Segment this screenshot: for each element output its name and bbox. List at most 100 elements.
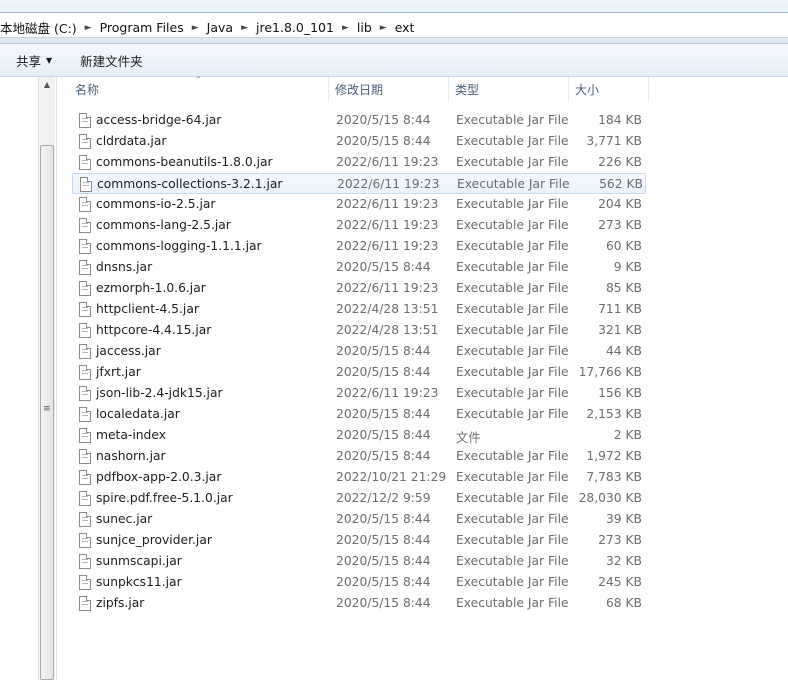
file-row[interactable]: commons-io-2.5.jar 2022/6/11 19:23 Executa… [72,194,646,215]
file-type: Executable Jar File [456,575,569,589]
file-icon [79,386,91,401]
file-modified-date: 2020/5/15 8:44 [336,533,431,547]
file-modified-date: 2020/5/15 8:44 [336,407,431,421]
chevron-right-icon[interactable]: ► [188,23,203,33]
file-row[interactable]: commons-logging-1.1.1.jar 2022/6/11 19:23… [72,236,646,257]
file-modified-date: 2022/6/11 19:23 [336,281,439,295]
file-icon [79,365,91,380]
breadcrumb-item-program-files[interactable]: Program Files [96,20,188,35]
chevron-right-icon[interactable]: ► [237,23,252,33]
file-row[interactable]: ezmorph-1.0.6.jar 2022/6/11 19:23 Executab… [72,278,646,299]
file-modified-date: 2022/6/11 19:23 [337,177,440,191]
file-name: commons-lang-2.5.jar [96,218,231,232]
file-name: jaccess.jar [96,344,161,358]
file-size: 1,972 KB [586,449,642,463]
file-name: sunec.jar [96,512,153,526]
file-row[interactable]: commons-collections-3.2.1.jar 2022/6/11 1… [72,173,646,194]
file-icon [80,177,92,192]
breadcrumb: 本地磁盘 (C:) ► Program Files ► Java ► jre1.… [0,18,418,37]
breadcrumb-item-drive[interactable]: 本地磁盘 (C:) [0,18,81,37]
chevron-right-icon[interactable]: ► [338,23,353,33]
file-row[interactable]: meta-index 2020/5/15 8:44 文件 2 KB [72,425,646,446]
file-size: 562 KB [599,177,643,191]
file-row[interactable]: pdfbox-app-2.0.3.jar 2022/10/21 21:29 Exec… [72,467,646,488]
file-row[interactable]: sunec.jar 2020/5/15 8:44 Executable Jar Fi… [72,509,646,530]
breadcrumb-item-jre[interactable]: jre1.8.0_101 [252,20,338,35]
file-icon [79,575,91,590]
file-row[interactable]: sunpkcs11.jar 2020/5/15 8:44 Executable Ja… [72,572,646,593]
file-icon [79,533,91,548]
file-type: Executable Jar File [456,113,569,127]
file-name: json-lib-2.4-jdk15.jar [96,386,223,400]
file-row[interactable]: json-lib-2.4-jdk15.jar 2022/6/11 19:23 Exe… [72,383,646,404]
share-button[interactable]: 共享 ▼ [8,48,60,72]
file-row[interactable]: spire.pdf.free-5.1.0.jar 2022/12/2 9:59 Ex… [72,488,646,509]
file-name: sunmscapi.jar [96,554,182,568]
address-bar[interactable]: 本地磁盘 (C:) ► Program Files ► Java ► jre1.… [0,12,788,38]
file-type: Executable Jar File [456,344,569,358]
file-icon [79,218,91,233]
file-row[interactable]: dnsns.jar 2020/5/15 8:44 Executable Jar Fi… [72,257,646,278]
file-name: nashorn.jar [96,449,166,463]
file-icon [79,554,91,569]
file-size: 32 KB [605,554,642,568]
breadcrumb-item-lib[interactable]: lib [353,20,376,35]
file-name: commons-io-2.5.jar [96,197,216,211]
breadcrumb-item-ext[interactable]: ext [391,20,419,35]
file-row[interactable]: httpcore-4.4.15.jar 2022/4/28 13:51 Execut… [72,320,646,341]
file-modified-date: 2020/5/15 8:44 [336,134,431,148]
chevron-right-icon[interactable]: ► [376,23,391,33]
column-header-date[interactable]: 修改日期 [329,77,449,102]
column-header-name[interactable]: 名称 [69,77,329,102]
file-type: Executable Jar File [456,239,569,253]
file-row[interactable]: commons-lang-2.5.jar 2022/6/11 19:23 Execu… [72,215,646,236]
file-modified-date: 2020/5/15 8:44 [336,554,431,568]
file-modified-date: 2020/5/15 8:44 [336,365,431,379]
file-type: 文件 [456,431,481,445]
breadcrumb-item-java[interactable]: Java [203,20,237,35]
file-row[interactable]: sunjce_provider.jar 2020/5/15 8:44 Executa… [72,530,646,551]
file-row[interactable]: access-bridge-64.jar 2020/5/15 8:44 Execut… [72,110,646,131]
file-name: cldrdata.jar [96,134,167,148]
file-icon [79,407,91,422]
file-name: commons-beanutils-1.8.0.jar [96,155,273,169]
scrollbar-thumb[interactable]: ≡ [40,145,54,680]
file-name: httpclient-4.5.jar [96,302,199,316]
file-name: localedata.jar [96,407,180,421]
file-size: 321 KB [598,323,642,337]
file-type: Executable Jar File [456,281,569,295]
file-icon [79,134,91,149]
file-row[interactable]: nashorn.jar 2020/5/15 8:44 Executable Jar … [72,446,646,467]
new-folder-button[interactable]: 新建文件夹 [72,48,151,72]
file-row[interactable]: jaccess.jar 2020/5/15 8:44 Executable Jar … [72,341,646,362]
file-size: 156 KB [598,386,642,400]
file-row[interactable]: commons-beanutils-1.8.0.jar 2022/6/11 19:… [72,152,646,173]
file-modified-date: 2022/6/11 19:23 [336,197,439,211]
file-modified-date: 2020/5/15 8:44 [336,113,431,127]
chevron-right-icon[interactable]: ► [81,23,96,33]
file-modified-date: 2020/5/15 8:44 [336,449,431,463]
file-icon [79,428,91,443]
file-icon [79,260,91,275]
file-size: 184 KB [598,113,642,127]
file-row[interactable]: jfxrt.jar 2020/5/15 8:44 Executable Jar Fi… [72,362,646,383]
file-icon [79,449,91,464]
address-bar-area: 本地磁盘 (C:) ► Program Files ► Java ► jre1.… [0,0,788,44]
file-row[interactable]: localedata.jar 2020/5/15 8:44 Executable J… [72,404,646,425]
file-row[interactable]: sunmscapi.jar 2020/5/15 8:44 Executable Ja… [72,551,646,572]
file-icon [79,281,91,296]
file-type: Executable Jar File [456,134,569,148]
file-row[interactable]: cldrdata.jar 2020/5/15 8:44 Executable Jar… [72,131,646,152]
file-name: commons-collections-3.2.1.jar [97,177,283,191]
file-type: Executable Jar File [456,197,569,211]
column-header-type[interactable]: 类型 [449,77,569,102]
file-modified-date: 2022/6/11 19:23 [336,239,439,253]
file-type: Executable Jar File [456,512,569,526]
file-row[interactable]: zipfs.jar 2020/5/15 8:44 Executable Jar Fi… [72,593,646,614]
file-row[interactable]: httpclient-4.5.jar 2022/4/28 13:51 Executa… [72,299,646,320]
file-type: Executable Jar File [456,218,569,232]
scroll-up-arrow-icon[interactable]: ▲ [39,80,55,92]
navigation-pane-scrollbar[interactable]: ▲ ≡ [38,77,55,680]
column-header-size[interactable]: 大小 [569,77,649,102]
file-type: Executable Jar File [456,155,569,169]
